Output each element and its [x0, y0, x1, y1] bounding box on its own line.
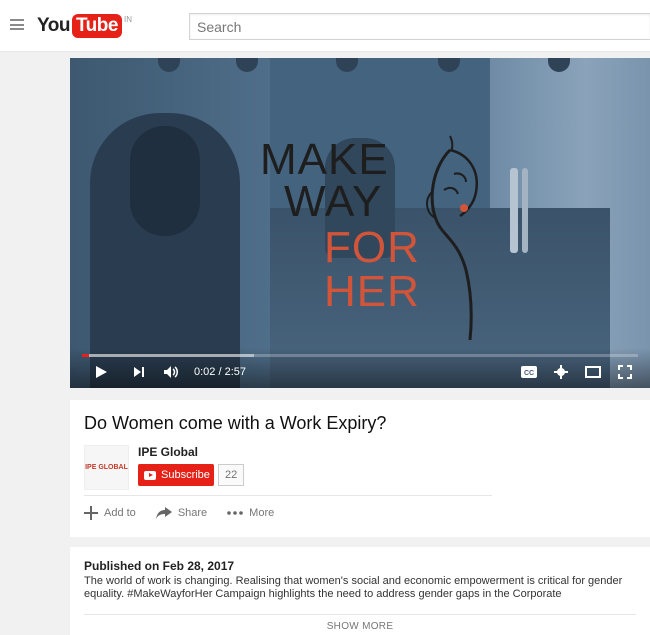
- brand-text-way: WAY: [284, 177, 383, 226]
- youtube-play-icon: [144, 470, 156, 480]
- play-icon: [96, 366, 107, 378]
- player-controls: 0:02 / 2:57 CC: [70, 348, 650, 388]
- channel-name-link[interactable]: IPE Global: [138, 445, 198, 459]
- share-label: Share: [177, 507, 208, 519]
- captions-icon: CC: [521, 366, 537, 378]
- mute-button[interactable]: [162, 363, 180, 381]
- more-button[interactable]: More: [227, 507, 274, 519]
- volume-icon: [164, 366, 178, 378]
- theater-mode-button[interactable]: [584, 363, 602, 381]
- plus-icon: [84, 506, 98, 520]
- svg-text:CC: CC: [524, 370, 534, 377]
- action-bar: Add to Share More: [84, 506, 294, 520]
- video-title: Do Women come with a Work Expiry?: [84, 413, 387, 433]
- add-to-button[interactable]: Add to: [84, 506, 136, 520]
- divider: [84, 495, 492, 496]
- progress-bar[interactable]: [82, 354, 638, 357]
- logo-country-code: IN: [123, 15, 132, 24]
- next-button[interactable]: [130, 363, 148, 381]
- subscribe-label: Subscribe: [161, 469, 210, 481]
- channel-avatar[interactable]: IPE GLOBAL: [84, 445, 129, 490]
- share-arrow-icon: [155, 507, 172, 519]
- time-display: 0:02 / 2:57: [194, 366, 246, 378]
- video-info-card: Do Women come with a Work Expiry? IPE GL…: [70, 400, 650, 537]
- brand-text-for: FOR: [324, 223, 420, 272]
- video-frame: MAKE WAY FOR HER: [70, 58, 650, 388]
- logo-you-text: You: [37, 15, 70, 36]
- more-dots-icon: [227, 511, 243, 515]
- video-description-card: Published on Feb 28, 2017 The world of w…: [70, 547, 650, 635]
- divider: [84, 614, 636, 615]
- woman-silhouette-emblem-icon: [426, 135, 479, 340]
- youtube-logo[interactable]: You Tube IN: [37, 14, 132, 38]
- brand-text-her: HER: [324, 267, 420, 316]
- fullscreen-icon: [618, 365, 632, 379]
- video-player[interactable]: MAKE WAY FOR HER 0:02 / 2:57 CC: [70, 58, 650, 388]
- next-icon: [134, 367, 144, 377]
- fullscreen-button[interactable]: [616, 363, 634, 381]
- buffered-bar: [82, 354, 255, 357]
- play-button[interactable]: [92, 363, 110, 381]
- published-date: Published on Feb 28, 2017: [84, 559, 235, 573]
- played-bar: [82, 354, 89, 357]
- settings-icon: [554, 365, 568, 379]
- masthead: You Tube IN: [0, 0, 650, 52]
- theater-icon: [585, 366, 601, 378]
- settings-button[interactable]: [552, 363, 570, 381]
- make-way-for-her-logo: MAKE WAY FOR HER: [260, 130, 490, 340]
- subscriber-count: 22: [218, 464, 245, 486]
- add-to-label: Add to: [104, 507, 136, 519]
- guide-menu-icon[interactable]: [10, 19, 24, 30]
- more-label: More: [249, 507, 275, 519]
- search-input[interactable]: [189, 13, 650, 40]
- show-more-button[interactable]: SHOW MORE: [70, 621, 650, 632]
- logo-tube-text: Tube: [71, 14, 122, 38]
- subscribe-button[interactable]: Subscribe: [138, 464, 214, 486]
- channel-avatar-text: IPE GLOBAL: [85, 463, 128, 471]
- brand-text-make: MAKE: [260, 135, 389, 184]
- captions-button[interactable]: CC: [520, 363, 538, 381]
- description-text: The world of work is changing. Realising…: [84, 575, 623, 600]
- share-button[interactable]: Share: [155, 507, 208, 519]
